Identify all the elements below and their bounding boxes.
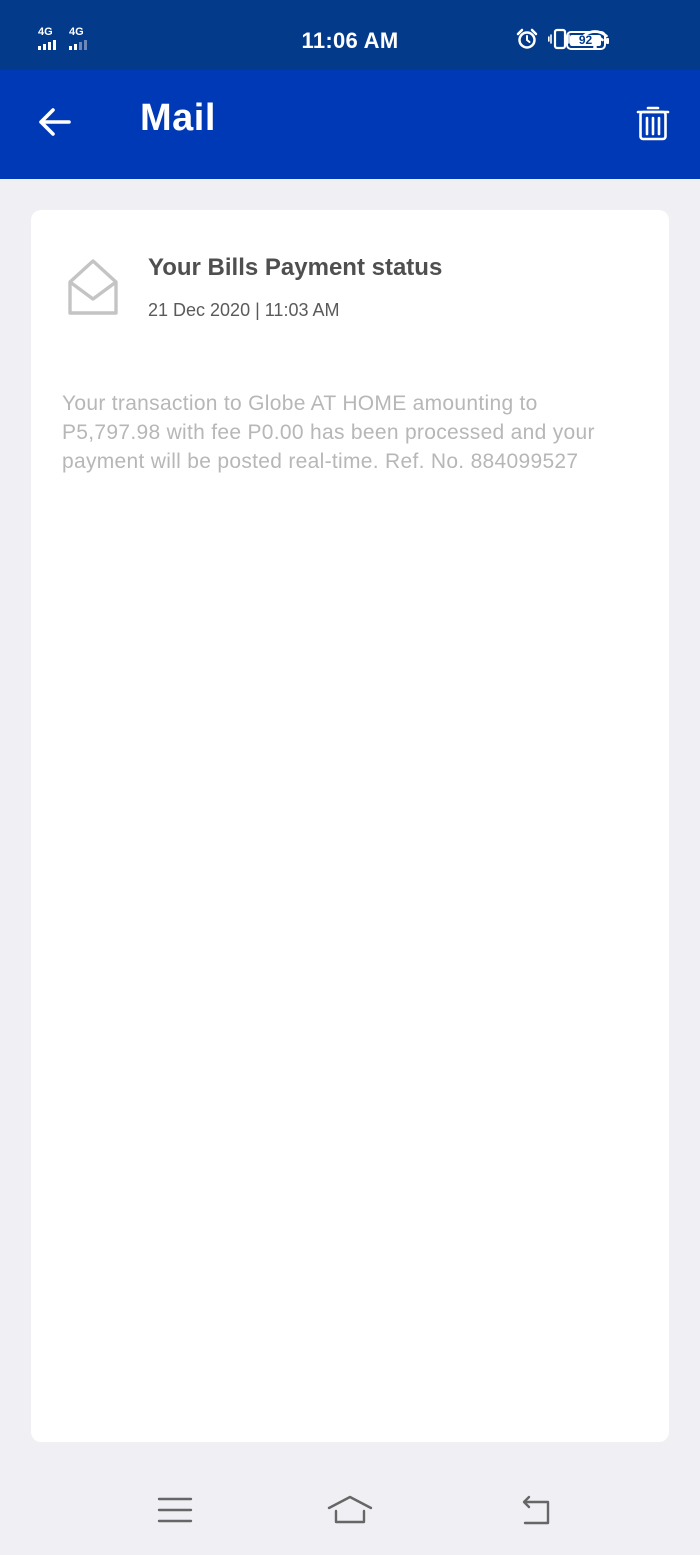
battery-icon: 92 [566,31,609,50]
trash-icon [636,104,670,147]
page-title: Mail [140,97,216,139]
envelope-open-icon [67,258,119,316]
mail-subject: Your Bills Payment status [148,254,443,281]
menu-button[interactable] [149,1492,201,1532]
menu-icon [157,1496,193,1529]
mail-detail-card: Your Bills Payment status 21 Dec 2020 | … [31,210,669,1442]
system-nav-bar [0,1470,700,1555]
home-icon [326,1494,374,1531]
back-button[interactable] [30,102,78,146]
home-button[interactable] [324,1492,376,1532]
arrow-left-icon [37,107,71,142]
app-header: Mail [0,70,700,179]
system-back-button[interactable] [508,1492,560,1532]
delete-button[interactable] [628,100,678,150]
battery-level: 92 [570,34,601,46]
mail-body: Your transaction to Globe AT HOME amount… [62,392,595,473]
alarm-icon [516,28,538,55]
back-icon [515,1494,553,1531]
status-bar: 4G 4G 11:06 AM 92 [0,0,700,70]
mail-date: 21 Dec 2020 | 11:03 AM [148,300,340,320]
